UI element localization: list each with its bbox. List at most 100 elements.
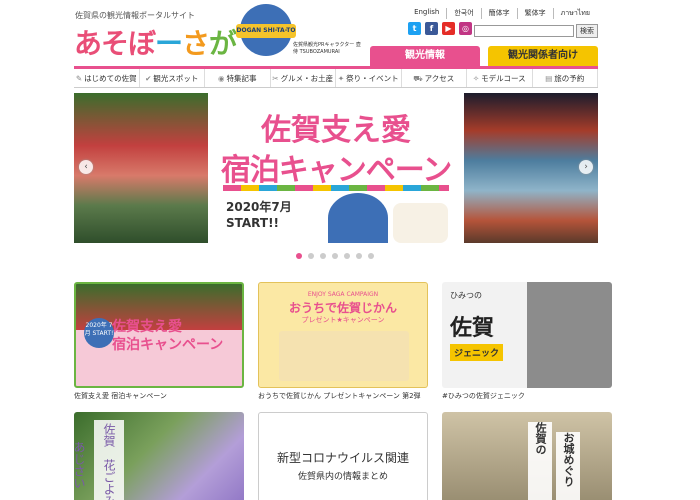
nav-label: 祭り・イベント <box>346 74 399 83</box>
lang-traditional-chinese[interactable]: 繁体字 <box>518 8 554 19</box>
card-image: ひみつの 佐賀 ジェニック <box>442 282 612 388</box>
card-kicker: ENJOY SAGA CAMPAIGN <box>307 291 379 298</box>
search-input[interactable] <box>474 25 574 37</box>
card-image: 新型コロナウイルス関連 佐賀県内の情報まとめ <box>258 412 428 500</box>
pencil-icon: ✎ <box>75 74 83 83</box>
card-subtitle: プレゼント★キャンペーン <box>301 316 385 324</box>
festival-icon: ✦ <box>337 74 345 83</box>
nav-label: 観光スポット <box>153 74 199 83</box>
facebook-icon[interactable]: f <box>425 22 438 35</box>
nav-events[interactable]: ✦ 祭り・イベント <box>336 69 402 87</box>
hero-title-line1: 佐賀支え愛 <box>261 113 411 148</box>
sns-links: t f ▶ ◎ <box>408 22 472 35</box>
nav-label: 旅の予約 <box>554 74 585 83</box>
carousel-dot[interactable] <box>308 253 314 259</box>
hero-start-text: START!! <box>226 216 280 230</box>
carousel-dots <box>296 253 374 259</box>
logo-part: さ <box>182 27 210 60</box>
nav-label: モデルコース <box>481 74 526 83</box>
nav-first-time[interactable]: ✎ はじめての佐賀 <box>74 69 140 87</box>
calendar-icon: ▤ <box>545 74 553 83</box>
card-title: 新型コロナウイルス関連 <box>276 451 409 465</box>
card-title: 佐賀支え愛宿泊キャンペーン <box>112 318 223 354</box>
feature-card[interactable]: 佐賀 花ごよみ あじさい <box>74 412 244 500</box>
card-product-illustration <box>279 331 409 381</box>
card-title: おうちで佐賀じかん <box>288 301 397 315</box>
card-caption[interactable]: 佐賀支え愛 宿泊キャンペーン <box>74 391 244 401</box>
card-badge: 2020年 7月 START! <box>84 318 114 348</box>
mascot-label: DOGAN SHI-TA-TO <box>236 24 296 38</box>
carousel-dot[interactable] <box>368 253 374 259</box>
card-image: 2020年 7月 START! 佐賀支え愛宿泊キャンペーン <box>74 282 244 388</box>
language-switcher: English 한국어 簡体字 繁体字 ภาษาไทย <box>407 8 597 19</box>
tab-industry[interactable]: 観光関係者向け <box>488 46 598 66</box>
lang-simplified-chinese[interactable]: 簡体字 <box>482 8 518 19</box>
logo-part: あそぼ <box>74 27 156 60</box>
hero-banner: 佐賀支え愛 宿泊キャンペーン 2020年7月 START!! <box>208 93 464 243</box>
hero-carousel[interactable]: 佐賀支え愛 宿泊キャンペーン 2020年7月 START!! <box>74 93 598 243</box>
search-button[interactable]: 検索 <box>576 24 598 38</box>
carousel-dot[interactable] <box>332 253 338 259</box>
lang-korean[interactable]: 한국어 <box>447 8 482 19</box>
card-caption[interactable]: #ひみつの佐賀ジェニック <box>442 391 612 401</box>
feature-card[interactable]: 2020年 7月 START! 佐賀支え愛宿泊キャンペーン 佐賀支え愛 宿泊キャ… <box>74 282 244 401</box>
feature-card[interactable]: 新型コロナウイルス関連 佐賀県内の情報まとめ <box>258 412 428 500</box>
check-icon: ✔ <box>145 74 152 83</box>
nav-gourmet[interactable]: ✂ グルメ・お土産 <box>271 69 336 87</box>
car-icon: ⛟ <box>413 74 423 83</box>
carousel-dot[interactable] <box>356 253 362 259</box>
nav-label: 特集記事 <box>226 74 257 83</box>
course-icon: ✧ <box>472 74 480 83</box>
card-vertical-title: 佐賀 花ごよみ あじさい <box>74 420 124 500</box>
camera-icon: ◉ <box>217 74 225 83</box>
cutlery-icon: ✂ <box>272 74 279 83</box>
lang-english[interactable]: English <box>407 8 448 19</box>
card-subtitle: 佐賀県内の情報まとめ <box>297 472 388 482</box>
mascot-caption: 佐賀県観光PRキャラクター 壺侍 TSUBOZAMURAI <box>293 42 361 55</box>
mascot-illustration <box>328 193 388 243</box>
hero-date-text: 2020年7月 <box>226 200 292 214</box>
youtube-icon[interactable]: ▶ <box>442 22 455 35</box>
carousel-prev-button[interactable]: ‹ <box>79 160 93 174</box>
nav-label: グルメ・お土産 <box>280 74 334 83</box>
nav-spots[interactable]: ✔ 観光スポット <box>140 69 205 87</box>
instagram-icon[interactable]: ◎ <box>459 22 472 35</box>
carousel-dot[interactable] <box>296 253 302 259</box>
nav-features[interactable]: ◉ 特集記事 <box>205 69 271 87</box>
nav-booking[interactable]: ▤ 旅の予約 <box>533 69 598 87</box>
card-title-line: 佐賀支え愛 <box>112 319 182 335</box>
hero-photo-left <box>74 93 208 243</box>
card-title-line: 宿泊キャンペーン <box>112 337 224 353</box>
twitter-icon[interactable]: t <box>408 22 421 35</box>
logo-part: が <box>209 27 237 60</box>
nav-access[interactable]: ⛟ アクセス <box>402 69 467 87</box>
card-image: 佐賀 花ごよみ あじさい <box>74 412 244 500</box>
nav-model-course[interactable]: ✧ モデルコース <box>467 69 533 87</box>
carousel-dot[interactable] <box>320 253 326 259</box>
feature-card[interactable]: 佐賀の お城めぐり <box>442 412 612 500</box>
card-caption[interactable]: おうちで佐賀じかん プレゼントキャンペーン 第2弾 <box>258 391 428 401</box>
hero-photo-right <box>464 93 598 243</box>
hero-stripe <box>223 185 449 191</box>
hero-date: 2020年7月 START!! <box>226 199 292 231</box>
page: 佐賀県の観光情報ポータルサイト あそぼーさが DOGAN SHI-TA-TO 佐… <box>0 0 700 500</box>
site-logo[interactable]: あそぼーさが <box>74 22 237 62</box>
card-image: ENJOY SAGA CAMPAIGN おうちで佐賀じかん プレゼント★キャンペ… <box>258 282 428 388</box>
carousel-dot[interactable] <box>344 253 350 259</box>
tab-tourism-info[interactable]: 観光情報 <box>370 46 480 66</box>
feature-card[interactable]: ひみつの 佐賀 ジェニック #ひみつの佐賀ジェニック <box>442 282 612 401</box>
card-kicker: ひみつの <box>450 291 482 300</box>
main-nav: ✎ はじめての佐賀 ✔ 観光スポット ◉ 特集記事 ✂ グルメ・お土産 ✦ 祭り・イベント… <box>74 66 598 88</box>
nav-label: はじめての佐賀 <box>84 74 137 83</box>
cat-illustration <box>393 203 448 243</box>
nav-label: アクセス <box>424 74 455 83</box>
card-tag: ジェニック <box>450 344 504 361</box>
mascot-logo[interactable]: DOGAN SHI-TA-TO <box>236 4 296 56</box>
card-vertical-title: 佐賀の <box>528 422 552 500</box>
carousel-next-button[interactable]: › <box>579 160 593 174</box>
card-vertical-title: お城めぐり <box>556 432 580 500</box>
feature-card[interactable]: ENJOY SAGA CAMPAIGN おうちで佐賀じかん プレゼント★キャンペ… <box>258 282 428 401</box>
hero-title-line2: 宿泊キャンペーン <box>220 153 453 188</box>
logo-part: ー <box>155 27 183 60</box>
lang-thai[interactable]: ภาษาไทย <box>554 8 597 19</box>
